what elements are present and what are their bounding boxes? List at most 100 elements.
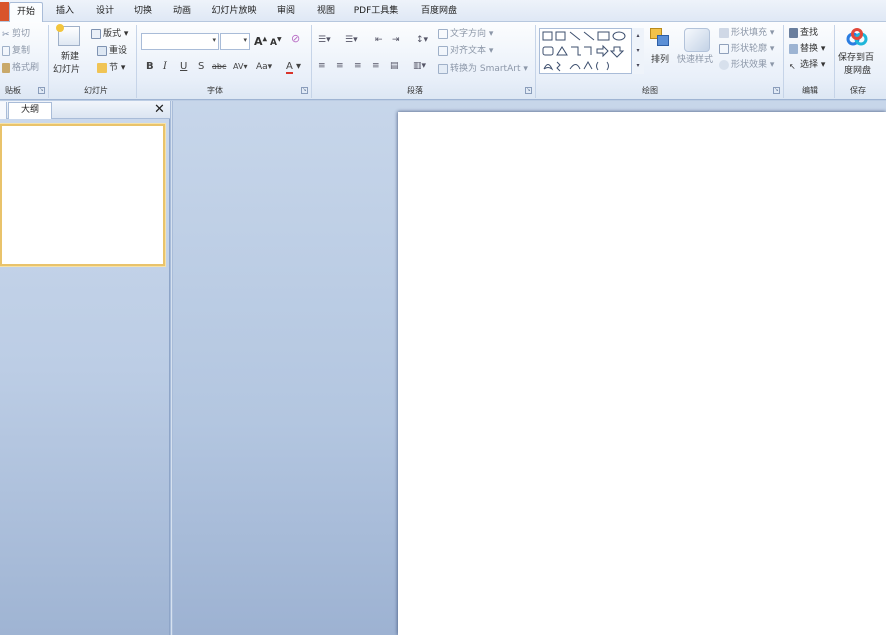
copy-icon: [2, 45, 10, 56]
new-slide-label-1[interactable]: 新建: [61, 51, 79, 64]
arrange-icon[interactable]: [650, 28, 672, 48]
shape-outline-button[interactable]: 形状轮廓 ▾: [719, 43, 774, 56]
save-baidu-label-1[interactable]: 保存到百: [838, 52, 874, 65]
distribute-button[interactable]: ▤: [390, 60, 399, 73]
justify-button[interactable]: ≡: [372, 60, 380, 73]
bullets-button[interactable]: ☰▾: [318, 34, 331, 47]
shape-effects-icon: [719, 59, 729, 70]
line-spacing-icon: ↕▾: [416, 35, 429, 45]
drawing-launcher-icon[interactable]: ↘: [773, 87, 780, 94]
font-color-glyph: A: [286, 61, 293, 74]
shapes-gallery[interactable]: [539, 28, 644, 74]
tab-review[interactable]: 审阅: [271, 2, 301, 22]
tab-slides[interactable]: [0, 102, 7, 119]
font-launcher-icon[interactable]: ↘: [301, 87, 308, 94]
copy-button[interactable]: 复制: [2, 45, 30, 58]
baidu-netdisk-icon[interactable]: [846, 28, 868, 46]
clear-format-icon[interactable]: ⊘: [291, 32, 300, 45]
layout-button[interactable]: 版式 ▾: [91, 28, 128, 41]
convert-smartart-label: 转换为 SmartArt: [450, 64, 521, 74]
new-slide-icon[interactable]: [56, 24, 80, 46]
shapes-gallery-scrollbar[interactable]: ▴ ▾ ▾: [631, 28, 644, 74]
save-group-label: 保存: [850, 86, 866, 95]
quick-styles-label[interactable]: 快速样式: [677, 54, 713, 67]
quick-styles-icon[interactable]: [684, 28, 710, 52]
select-button[interactable]: ↖ 选择 ▾: [789, 59, 825, 72]
strikethrough-button[interactable]: abc: [212, 60, 226, 74]
shape-effects-button[interactable]: 形状效果 ▾: [719, 59, 774, 72]
convert-smartart-button[interactable]: 转换为 SmartArt ▾: [438, 63, 528, 76]
format-painter-label: 格式刷: [12, 63, 40, 73]
tab-baidu-netdisk[interactable]: 百度网盘: [414, 2, 464, 22]
align-left-button[interactable]: ≡: [318, 60, 326, 73]
group-separator: [783, 25, 784, 98]
clipboard-launcher-icon[interactable]: ↘: [38, 87, 45, 94]
slides-outline-panel: 大纲 ✕: [0, 101, 170, 635]
shape-fill-button[interactable]: 形状填充 ▾: [719, 27, 774, 40]
tab-transitions[interactable]: 切换: [128, 2, 158, 22]
section-button[interactable]: 节 ▾: [97, 62, 125, 75]
editing-group-label: 编辑: [802, 86, 818, 95]
font-family-select[interactable]: ▾: [141, 33, 219, 50]
cut-button[interactable]: ✂ 剪切: [2, 28, 30, 41]
align-right-button[interactable]: ≡: [354, 60, 362, 73]
tab-slideshow[interactable]: 幻灯片放映: [207, 2, 261, 22]
bullets-icon: ☰▾: [318, 35, 331, 45]
align-right-icon: ≡: [354, 61, 362, 71]
line-spacing-button[interactable]: ↕▾: [416, 34, 428, 47]
new-slide-label-2[interactable]: 幻灯片: [53, 64, 80, 77]
columns-button[interactable]: ▥▾: [413, 60, 426, 73]
layout-label: 版式: [103, 29, 122, 39]
decrease-indent-button[interactable]: ⇤: [375, 34, 383, 47]
character-spacing-button[interactable]: AV▾: [233, 60, 247, 74]
increase-indent-button[interactable]: ⇥: [392, 34, 400, 47]
numbering-button[interactable]: ☰▾: [345, 34, 358, 47]
tab-pdf-tools[interactable]: PDF工具集: [350, 2, 402, 22]
cursor-icon: ↖: [789, 61, 796, 71]
increase-indent-icon: ⇥: [392, 35, 400, 45]
arrange-label[interactable]: 排列: [651, 54, 669, 67]
find-button[interactable]: 查找: [789, 27, 818, 40]
paragraph-launcher-icon[interactable]: ↘: [525, 87, 532, 94]
slide-thumbnail[interactable]: [0, 124, 165, 266]
tab-home[interactable]: 开始: [9, 2, 43, 22]
tab-design[interactable]: 设计: [90, 2, 120, 22]
bold-button[interactable]: B: [146, 60, 154, 74]
scissors-icon: ✂: [2, 29, 10, 40]
tab-animations[interactable]: 动画: [167, 2, 197, 22]
tab-view[interactable]: 视图: [311, 2, 341, 22]
align-center-button[interactable]: ≡: [336, 60, 344, 73]
align-left-icon: ≡: [318, 61, 326, 71]
shrink-font-button[interactable]: A▼: [270, 36, 282, 48]
file-tab[interactable]: [0, 2, 9, 21]
font-size-select[interactable]: ▾: [220, 33, 250, 50]
columns-icon: ▥▾: [413, 61, 427, 71]
tab-outline[interactable]: 大纲: [8, 102, 52, 119]
distribute-icon: ▤: [390, 61, 399, 71]
font-color-button[interactable]: A ▾: [286, 60, 301, 74]
tab-insert[interactable]: 插入: [50, 2, 80, 22]
shape-outline-label: 形状轮廓: [731, 44, 768, 54]
group-separator: [136, 25, 137, 98]
copy-label: 复制: [12, 46, 31, 56]
decrease-indent-icon: ⇤: [375, 35, 383, 45]
slide-canvas[interactable]: [398, 112, 886, 635]
close-panel-icon[interactable]: ✕: [154, 101, 165, 118]
shrink-font-glyph: A: [270, 38, 277, 48]
format-painter-button[interactable]: 格式刷: [2, 62, 39, 75]
change-case-button[interactable]: Aa▾: [256, 60, 272, 74]
drawing-group-label: 绘图: [642, 86, 658, 95]
text-direction-button[interactable]: 文字方向 ▾: [438, 28, 493, 41]
reset-button[interactable]: 重设: [97, 45, 127, 58]
font-group-label: 字体: [207, 86, 223, 95]
replace-label: 替换: [800, 44, 819, 54]
underline-button[interactable]: U: [180, 60, 187, 74]
italic-button[interactable]: I: [163, 60, 167, 74]
text-direction-label: 文字方向: [450, 29, 487, 39]
text-shadow-button[interactable]: S: [198, 60, 204, 74]
replace-button[interactable]: 替换 ▾: [789, 43, 825, 56]
paint-bucket-icon: [719, 27, 729, 38]
align-text-button[interactable]: 对齐文本 ▾: [438, 45, 493, 58]
save-baidu-label-2[interactable]: 度网盘: [844, 65, 871, 78]
grow-font-button[interactable]: A▲: [254, 35, 267, 48]
